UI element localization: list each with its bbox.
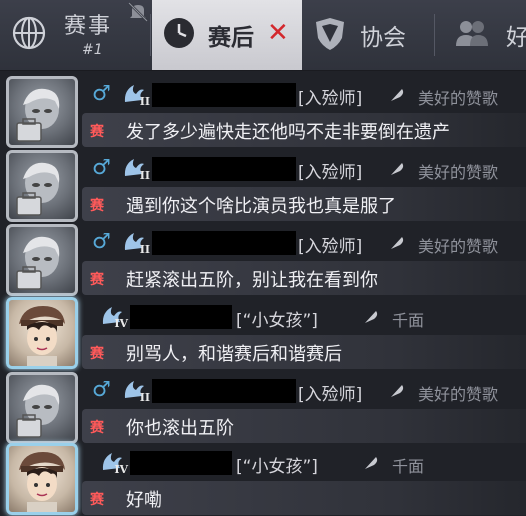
rank-level: II [139, 95, 150, 108]
rank-badge-icon: II [122, 156, 150, 182]
rank-badge-icon: II [122, 82, 150, 108]
tab-match-label: 赛事 [64, 14, 113, 39]
redacted-name [152, 157, 296, 181]
player-signature: 美好的赞歌 [418, 385, 499, 404]
message-bubble: 赛 你也滚出五阶 [82, 409, 526, 443]
message-text: 好嘞 [126, 490, 162, 511]
player-title: [入殓师] [298, 163, 363, 183]
rank-badge-icon: II [122, 378, 150, 404]
tab-divider [434, 14, 435, 56]
mad-doctor-avatar[interactable] [6, 224, 78, 296]
tab-association-label: 协会 [360, 25, 406, 51]
tab-divider [150, 14, 151, 56]
tab-post-match[interactable]: 赛后 ✕ [152, 0, 302, 70]
player-title: [“小女孩”] [236, 311, 318, 331]
message-text: 你也滚出五阶 [126, 418, 234, 439]
tab-bar: 赛事 #1 赛后 ✕ 协会 好 [0, 0, 526, 71]
rank-badge-icon: IV [100, 450, 128, 476]
message-bubble: 赛 发了多少遍快走还他吗不走非要倒在遗产 [82, 113, 526, 147]
mad-doctor-avatar[interactable] [6, 372, 78, 444]
rank-level: II [139, 391, 150, 404]
close-icon[interactable]: ✕ [267, 18, 289, 48]
redacted-name [130, 305, 232, 329]
mad-doctor-avatar[interactable] [6, 76, 78, 148]
shield-icon [312, 16, 348, 52]
tab-friends[interactable]: 好 [440, 0, 526, 70]
rank-level: II [139, 243, 150, 256]
channel-tag: 赛 [90, 198, 104, 214]
feather-icon [388, 160, 406, 178]
tab-match[interactable]: 赛事 #1 [0, 0, 150, 70]
message-bubble: 赛 别骂人，和谐赛后和谐赛后 [82, 335, 526, 369]
tab-post-match-label: 赛后 [208, 25, 254, 51]
redacted-name [152, 379, 296, 403]
message-text: 赶紧滚出五阶，别让我在看到你 [126, 270, 378, 291]
gender-male-icon: ♂ [92, 229, 111, 253]
player-signature: 美好的赞歌 [418, 163, 499, 182]
message-text: 发了多少遍快走还他吗不走非要倒在遗产 [126, 122, 450, 143]
feather-icon [388, 382, 406, 400]
player-title: [入殓师] [298, 385, 363, 405]
rank-level: IV [114, 463, 128, 476]
channel-tag: 赛 [90, 346, 104, 362]
player-title: [“小女孩”] [236, 457, 318, 477]
channel-tag: 赛 [90, 492, 104, 508]
channel-tag: 赛 [90, 124, 104, 140]
feather-icon [362, 454, 380, 472]
gender-male-icon: ♂ [92, 155, 111, 179]
message-bubble: 赛 赶紧滚出五阶，别让我在看到你 [82, 261, 526, 295]
mad-doctor-avatar[interactable] [6, 150, 78, 222]
channel-tag: 赛 [90, 420, 104, 436]
globe-icon [12, 16, 46, 50]
redacted-name [152, 83, 296, 107]
boy-avatar[interactable] [6, 297, 78, 369]
feather-icon [362, 308, 380, 326]
muted-bell-icon [126, 0, 150, 24]
tab-match-sub: #1 [82, 42, 103, 58]
people-icon [454, 18, 490, 50]
redacted-name [152, 231, 296, 255]
player-signature: 美好的赞歌 [418, 89, 499, 108]
message-bubble: 赛 好嘞 [82, 481, 526, 515]
message-list[interactable]: ♂ II [入殓师] 美好的赞歌 赛 发了多少遍快走还他吗不走非要倒在遗产 ♂ … [0, 71, 526, 516]
redacted-name [130, 451, 232, 475]
boy-avatar[interactable] [6, 443, 78, 515]
clock-icon [162, 16, 196, 50]
message-bubble: 赛 遇到你这个啥比演员我也真是服了 [82, 187, 526, 221]
gender-male-icon: ♂ [92, 377, 111, 401]
gender-male-icon: ♂ [92, 81, 111, 105]
feather-icon [388, 86, 406, 104]
rank-badge-icon: IV [100, 304, 128, 330]
message-text: 别骂人，和谐赛后和谐赛后 [126, 344, 342, 365]
tab-friends-label: 好 [506, 25, 526, 51]
rank-level: II [139, 169, 150, 182]
rank-badge-icon: II [122, 230, 150, 256]
channel-tag: 赛 [90, 272, 104, 288]
player-title: [入殓师] [298, 237, 363, 257]
player-signature: 美好的赞歌 [418, 237, 499, 256]
rank-level: IV [114, 317, 128, 330]
player-signature: 千面 [392, 457, 425, 476]
tab-association[interactable]: 协会 [302, 0, 432, 70]
player-signature: 千面 [392, 311, 425, 330]
message-text: 遇到你这个啥比演员我也真是服了 [126, 196, 396, 217]
feather-icon [388, 234, 406, 252]
player-title: [入殓师] [298, 89, 363, 109]
